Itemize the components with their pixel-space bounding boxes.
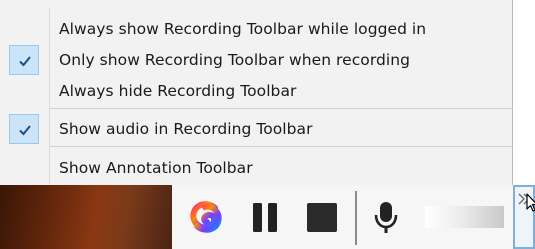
checkmark-icon bbox=[19, 56, 31, 67]
menu-separator bbox=[50, 146, 513, 147]
checkmark-highlight bbox=[9, 114, 39, 144]
audio-level-meter bbox=[425, 206, 504, 228]
menu-item-label: Show audio in Recording Toolbar bbox=[59, 120, 313, 138]
menu-item-label: Only show Recording Toolbar when recordi… bbox=[59, 51, 410, 69]
checkmark-highlight bbox=[9, 45, 39, 75]
menu-item-always-show-toolbar[interactable]: Always show Recording Toolbar while logg… bbox=[0, 14, 512, 44]
desktop-background bbox=[0, 185, 172, 249]
microphone-icon bbox=[374, 202, 398, 233]
menu-separator bbox=[50, 108, 513, 109]
recording-toolbar-context-menu: Always show Recording Toolbar while logg… bbox=[0, 0, 513, 185]
app-logo-icon bbox=[190, 201, 222, 233]
checkmark-icon bbox=[19, 125, 31, 136]
menu-item-label: Always hide Recording Toolbar bbox=[59, 82, 297, 100]
stop-icon bbox=[307, 203, 337, 232]
toolbar-divider bbox=[355, 191, 357, 245]
recording-toolbar bbox=[0, 185, 535, 249]
menu-item-label: Always show Recording Toolbar while logg… bbox=[59, 20, 427, 38]
menu-item-only-show-when-recording[interactable]: Only show Recording Toolbar when recordi… bbox=[0, 45, 512, 75]
menu-item-show-annotation-toolbar[interactable]: Show Annotation Toolbar bbox=[0, 153, 512, 183]
pause-icon bbox=[253, 203, 277, 232]
screenshot-stage: Always show Recording Toolbar while logg… bbox=[0, 0, 535, 249]
microphone-button[interactable] bbox=[372, 185, 400, 249]
app-logo-button[interactable] bbox=[188, 185, 224, 249]
stop-button[interactable] bbox=[304, 185, 340, 249]
menu-item-always-hide-toolbar[interactable]: Always hide Recording Toolbar bbox=[0, 76, 512, 106]
menu-item-show-audio[interactable]: Show audio in Recording Toolbar bbox=[0, 114, 512, 144]
pause-button[interactable] bbox=[250, 185, 280, 249]
mouse-cursor-icon bbox=[526, 193, 535, 212]
menu-item-label: Show Annotation Toolbar bbox=[59, 159, 253, 177]
